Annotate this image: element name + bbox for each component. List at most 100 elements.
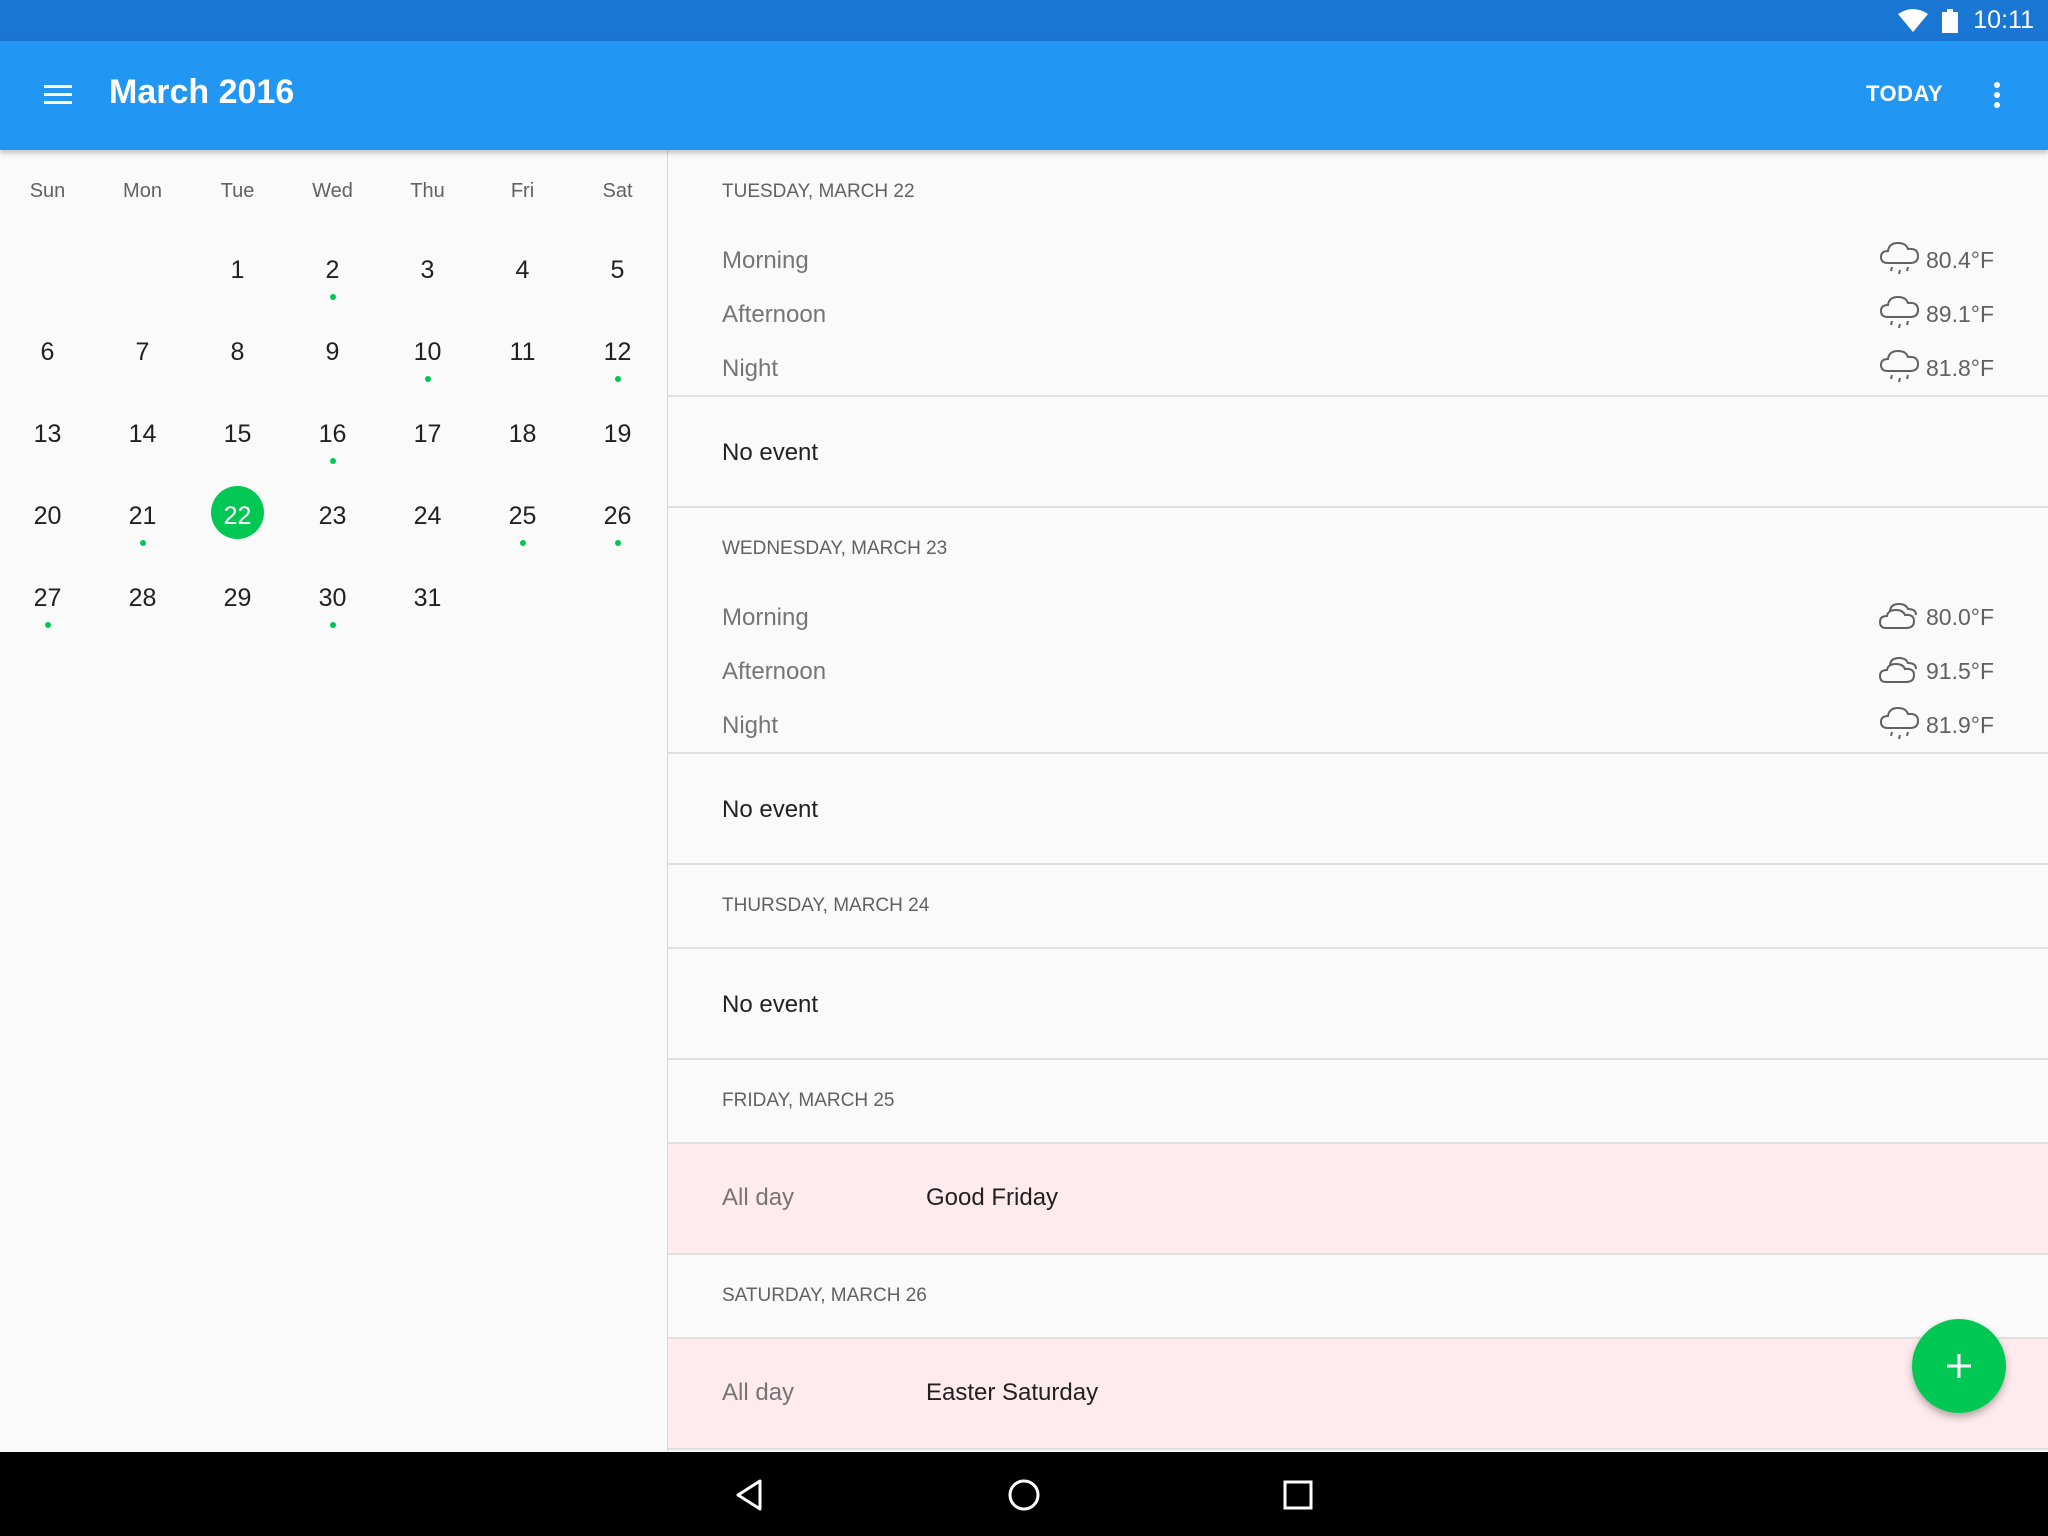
event-dot (615, 540, 621, 546)
weekday-label: Thu (410, 180, 445, 202)
more-vert-icon[interactable] (1985, 75, 2009, 115)
calendar-day[interactable]: 29 (190, 560, 285, 642)
home-icon[interactable] (1001, 1472, 1047, 1518)
calendar-day[interactable]: 1 (190, 232, 285, 314)
day-number: 22 (223, 502, 252, 530)
event-title: Easter Saturday (926, 1379, 1099, 1406)
month-calendar: Sun Mon Tue Wed Thu Fri Sat 1 2 3 4 5 6 7 8 9 10 11 12 13 14… (0, 150, 667, 1452)
calendar-day[interactable]: 21 (95, 478, 190, 560)
calendar-day[interactable]: 26 (570, 478, 665, 560)
calendar-day[interactable]: 19 (570, 396, 665, 478)
event-row[interactable]: All day Good Friday (668, 1144, 2048, 1253)
rain-cloud-icon (1878, 291, 1922, 333)
back-icon[interactable] (727, 1472, 773, 1518)
event-dot (140, 540, 146, 546)
day-number: 10 (413, 338, 442, 366)
event-dot (615, 376, 621, 382)
divider (668, 947, 2048, 949)
status-bar: 10:11 (0, 0, 2048, 41)
divider (668, 863, 2048, 865)
divider (668, 1058, 2048, 1060)
cloudy-icon (1878, 648, 1922, 690)
day-number: 15 (223, 420, 252, 448)
event-title: Good Friday (926, 1184, 1059, 1211)
day-number: 2 (325, 256, 340, 284)
clock: 10:11 (1973, 6, 2034, 34)
no-event-label[interactable]: No event (722, 991, 818, 1019)
calendar-day[interactable]: 9 (285, 314, 380, 396)
calendar-day[interactable]: 4 (475, 232, 570, 314)
no-event-label[interactable]: No event (722, 796, 818, 824)
calendar-day[interactable]: 17 (380, 396, 475, 478)
weekday-label: Fri (510, 180, 535, 202)
calendar-day[interactable]: 25 (475, 478, 570, 560)
weather-temp: 89.1°F (1926, 301, 1995, 327)
weekday-label: Tue (220, 180, 255, 202)
day-number: 19 (603, 420, 632, 448)
battery-icon (1942, 9, 1958, 33)
calendar-day[interactable]: 8 (190, 314, 285, 396)
event-dot (520, 540, 526, 546)
day-number: 13 (33, 420, 62, 448)
weather-temp: 81.8°F (1926, 355, 1995, 381)
calendar-day[interactable]: 14 (95, 396, 190, 478)
calendar-day[interactable]: 22 (190, 478, 285, 560)
day-number: 5 (610, 256, 625, 284)
page-title: March 2016 (109, 73, 295, 111)
calendar-day[interactable]: 5 (570, 232, 665, 314)
event-dot (330, 458, 336, 464)
event-dot (45, 622, 51, 628)
calendar-day[interactable]: 24 (380, 478, 475, 560)
day-number: 8 (230, 338, 245, 366)
day-number: 21 (128, 502, 157, 530)
day-header: TUESDAY, MARCH 22 (722, 181, 915, 202)
calendar-day[interactable]: 20 (0, 478, 95, 560)
day-header: THURSDAY, MARCH 24 (722, 895, 930, 916)
day-number: 26 (603, 502, 632, 530)
calendar-day[interactable]: 3 (380, 232, 475, 314)
calendar-day[interactable]: 11 (475, 314, 570, 396)
calendar-day[interactable]: 15 (190, 396, 285, 478)
day-number: 30 (318, 584, 347, 612)
day-number: 7 (135, 338, 150, 366)
add-event-button[interactable] (1912, 1319, 2006, 1413)
calendar-day[interactable]: 10 (380, 314, 475, 396)
day-number: 20 (33, 502, 62, 530)
calendar-day[interactable]: 31 (380, 560, 475, 642)
calendar-day[interactable]: 28 (95, 560, 190, 642)
calendar-day[interactable]: 27 (0, 560, 95, 642)
divider (668, 1448, 2048, 1450)
hamburger-menu-icon[interactable] (38, 75, 84, 115)
day-number: 24 (413, 502, 442, 530)
day-number: 6 (40, 338, 55, 366)
day-number: 18 (508, 420, 537, 448)
plus-icon (1947, 1354, 1971, 1378)
day-number: 29 (223, 584, 252, 612)
weekday-label: Mon (123, 180, 162, 202)
day-number: 17 (413, 420, 442, 448)
day-number: 16 (318, 420, 347, 448)
calendar-day[interactable]: 13 (0, 396, 95, 478)
calendar-day[interactable]: 2 (285, 232, 380, 314)
calendar-day[interactable]: 30 (285, 560, 380, 642)
rain-cloud-icon (1878, 702, 1922, 744)
today-button[interactable]: TODAY (1866, 81, 1943, 107)
calendar-day[interactable]: 23 (285, 478, 380, 560)
rain-cloud-icon (1878, 345, 1922, 387)
recents-icon[interactable] (1275, 1472, 1321, 1518)
weather-temp: 81.9°F (1926, 712, 1995, 738)
day-number: 28 (128, 584, 157, 612)
weekday-label: Sun (29, 180, 66, 202)
weather-temp: 80.0°F (1926, 604, 1995, 630)
weather-temp: 80.4°F (1926, 247, 1995, 273)
event-dot (330, 294, 336, 300)
nav-bar (0, 1452, 2048, 1536)
calendar-day[interactable]: 12 (570, 314, 665, 396)
day-number: 27 (33, 584, 62, 612)
no-event-label[interactable]: No event (722, 439, 818, 467)
calendar-day[interactable]: 7 (95, 314, 190, 396)
calendar-day[interactable]: 16 (285, 396, 380, 478)
event-row[interactable]: All day Easter Saturday (668, 1339, 2048, 1448)
calendar-day[interactable]: 18 (475, 396, 570, 478)
calendar-day[interactable]: 6 (0, 314, 95, 396)
